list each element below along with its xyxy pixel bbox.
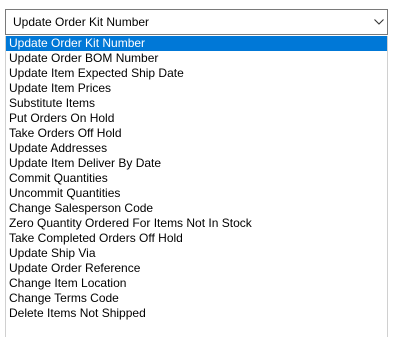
list-item-change-terms-code[interactable]: Change Terms Code xyxy=(6,291,387,306)
action-select[interactable]: Update Order Kit Number xyxy=(5,9,388,35)
list-item-commit-quantities[interactable]: Commit Quantities xyxy=(6,171,387,186)
list-item-put-orders-on-hold[interactable]: Put Orders On Hold xyxy=(6,111,387,126)
list-item-update-item-prices[interactable]: Update Item Prices xyxy=(6,81,387,96)
list-item-take-completed-orders-off-hold[interactable]: Take Completed Orders Off Hold xyxy=(6,231,387,246)
list-item-change-salesperson-code[interactable]: Change Salesperson Code xyxy=(6,201,387,216)
list-item-uncommit-quantities[interactable]: Uncommit Quantities xyxy=(6,186,387,201)
list-item-update-ship-via[interactable]: Update Ship Via xyxy=(6,246,387,261)
list-item-zero-quantity-ordered[interactable]: Zero Quantity Ordered For Items Not In S… xyxy=(6,216,387,231)
list-item-delete-items-not-shipped[interactable]: Delete Items Not Shipped xyxy=(6,306,387,321)
list-item-update-item-deliver-by-date[interactable]: Update Item Deliver By Date xyxy=(6,156,387,171)
list-item-update-addresses[interactable]: Update Addresses xyxy=(6,141,387,156)
list-item-change-item-location[interactable]: Change Item Location xyxy=(6,276,387,291)
list-item-update-item-expected-ship-date[interactable]: Update Item Expected Ship Date xyxy=(6,66,387,81)
list-item-take-orders-off-hold[interactable]: Take Orders Off Hold xyxy=(6,126,387,141)
list-item-update-order-bom-number[interactable]: Update Order BOM Number xyxy=(6,51,387,66)
list-item-update-order-kit-number[interactable]: Update Order Kit Number xyxy=(6,36,387,51)
action-select-value: Update Order Kit Number xyxy=(13,15,150,29)
list-item-substitute-items[interactable]: Substitute Items xyxy=(6,96,387,111)
list-item-update-order-reference[interactable]: Update Order Reference xyxy=(6,261,387,276)
chevron-down-icon[interactable] xyxy=(370,10,387,34)
action-dropdown-list[interactable]: Update Order Kit Number Update Order BOM… xyxy=(5,36,388,337)
